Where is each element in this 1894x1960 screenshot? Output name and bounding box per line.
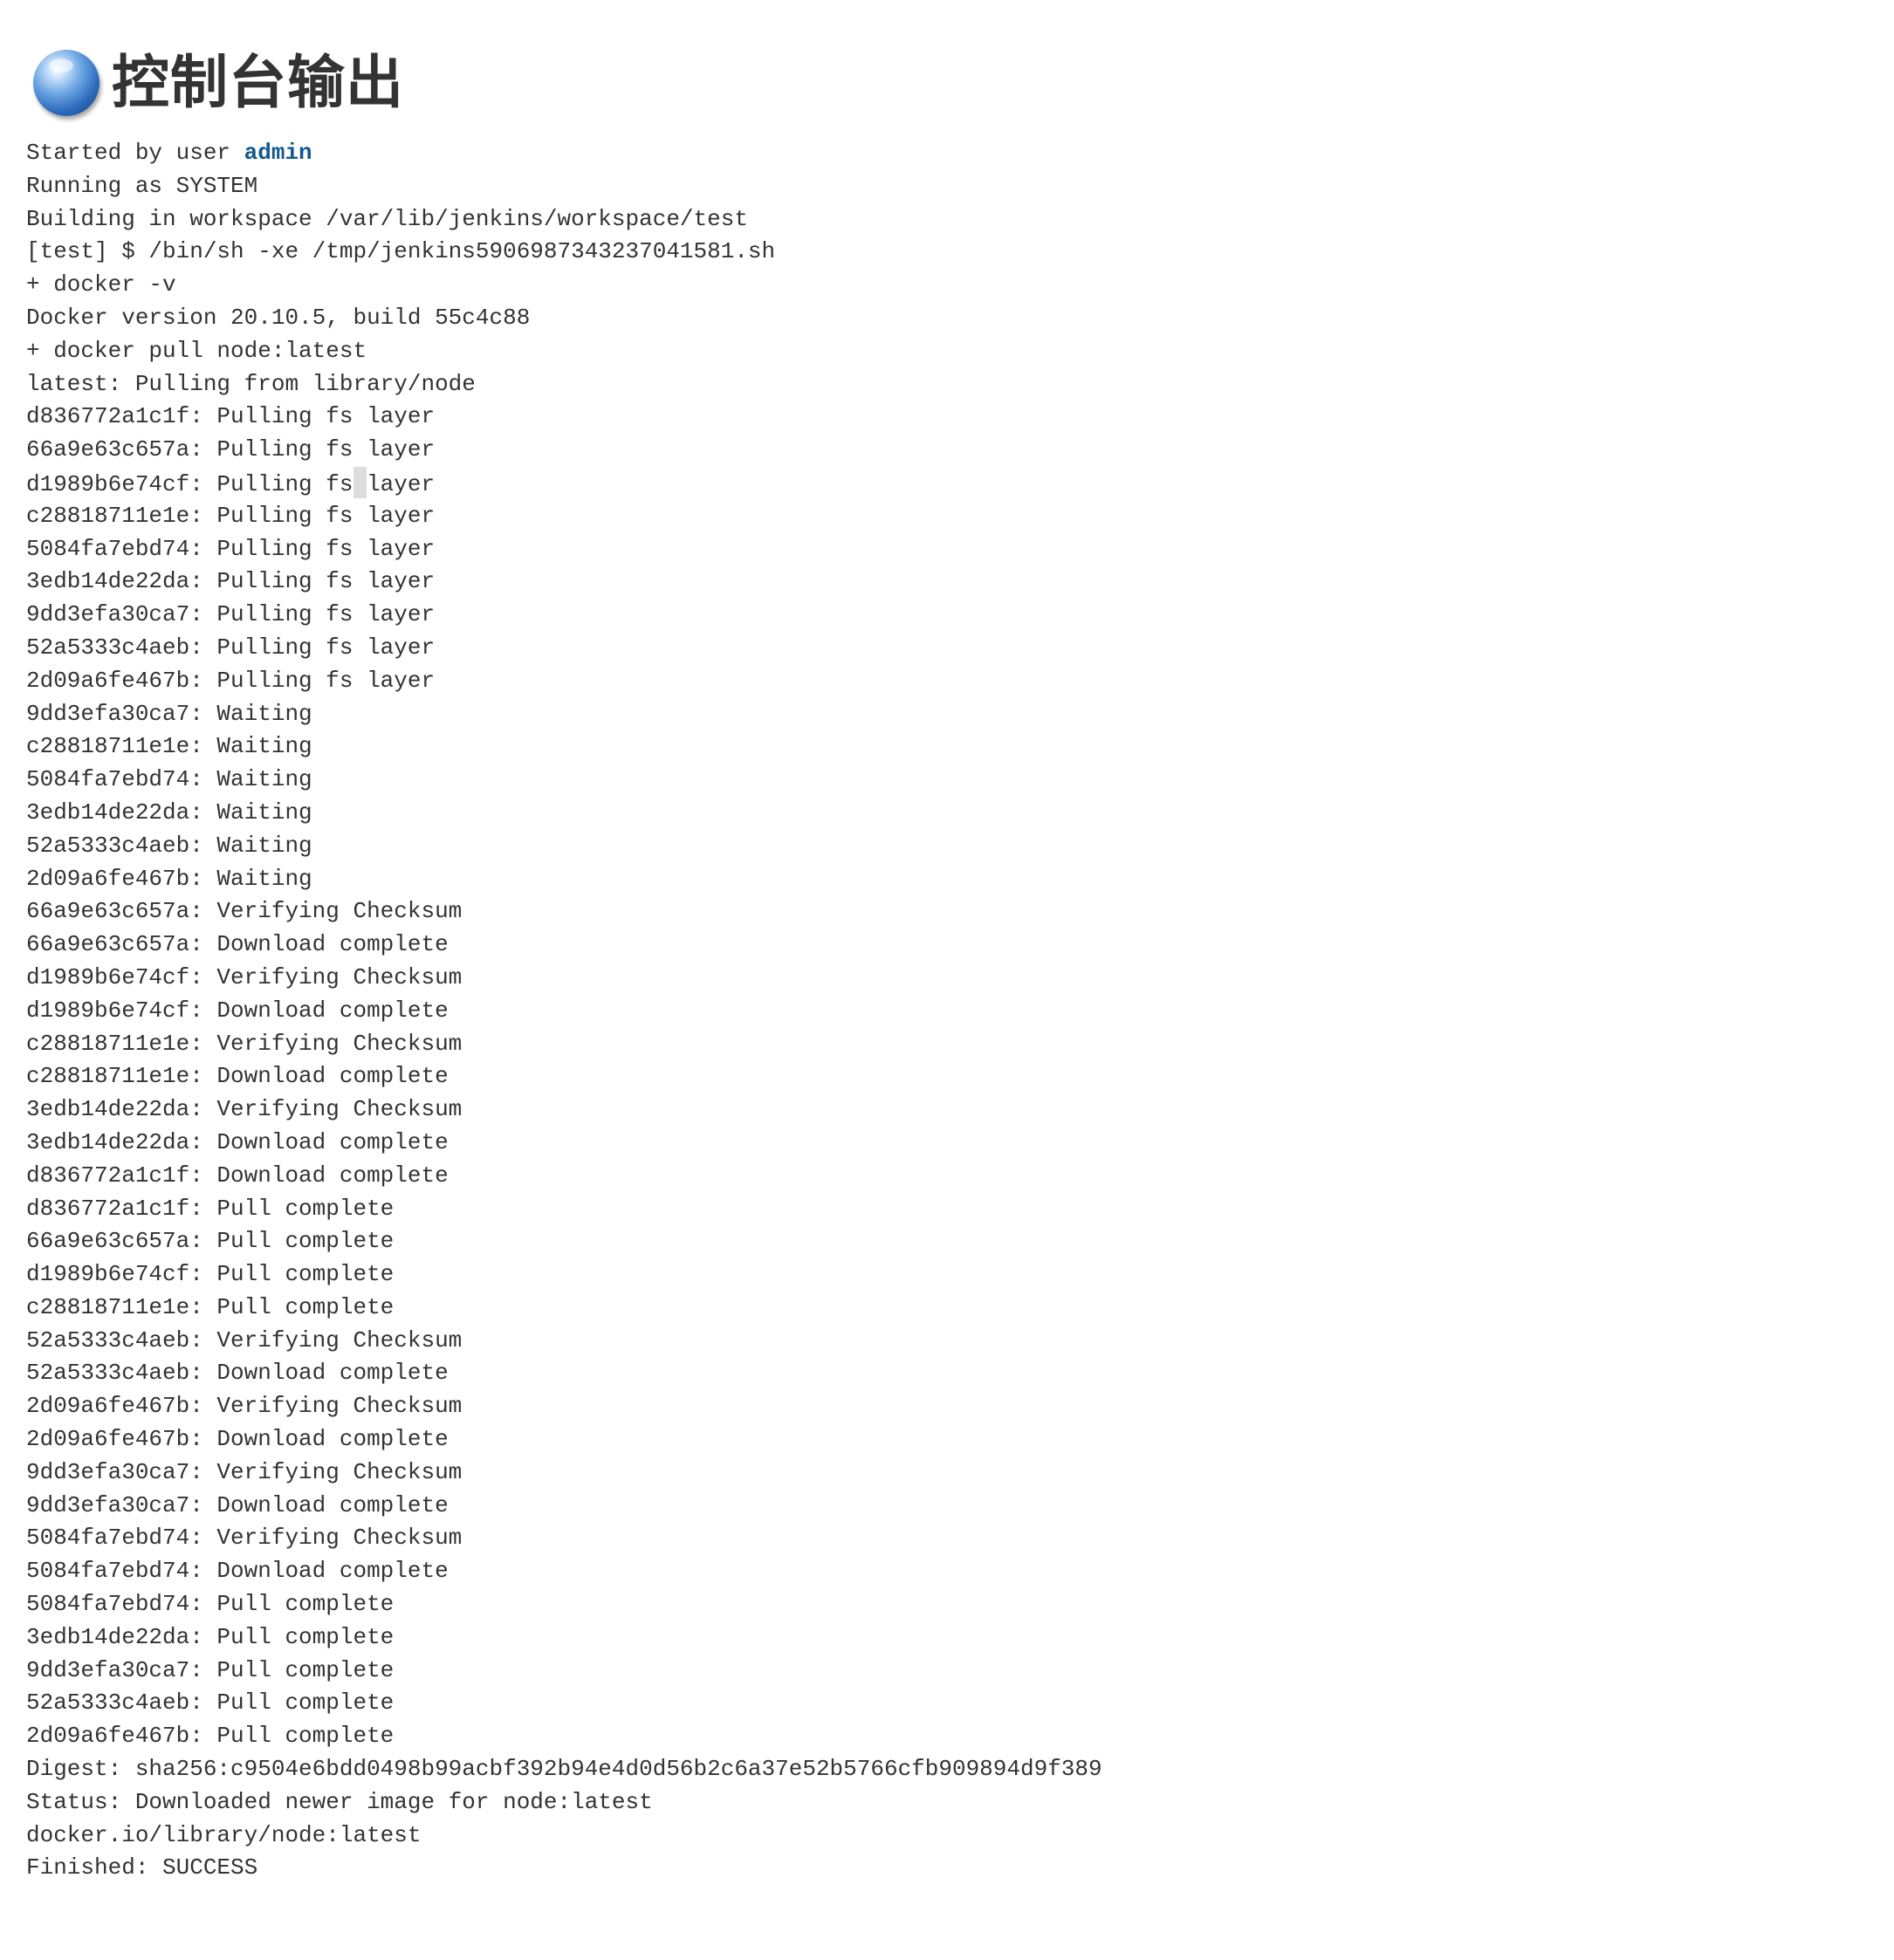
console-line: 5084fa7ebd74: Download complete — [26, 1558, 449, 1585]
console-line: Finished: SUCCESS — [26, 1854, 258, 1881]
console-line: 9dd3efa30ca7: Pull complete — [26, 1656, 395, 1683]
console-line: 9dd3efa30ca7: Waiting — [26, 700, 312, 727]
console-line: d1989b6e74cf: Pulling fs layer — [26, 466, 1102, 500]
console-line: c28818711e1e: Verifying Checksum — [26, 1030, 463, 1057]
console-line: 5084fa7ebd74: Waiting — [26, 766, 312, 793]
console-line: latest: Pulling from library/node — [26, 370, 476, 397]
console-line: 3edb14de22da: Verifying Checksum — [26, 1096, 463, 1123]
console-line: + docker -v — [26, 271, 176, 298]
console-line: d1989b6e74cf: Download complete — [26, 997, 449, 1024]
console-line: c28818711e1e: Pulling fs layer — [26, 502, 436, 529]
page-header: 控制台输出 — [33, 44, 404, 122]
console-line: 52a5333c4aeb: Verifying Checksum — [26, 1326, 463, 1353]
console-line-started: Started by user admin — [26, 137, 1102, 170]
console-line: c28818711e1e: Waiting — [26, 733, 312, 760]
console-line: 66a9e63c657a: Verifying Checksum — [26, 898, 463, 925]
console-line: Building in workspace /var/lib/jenkins/w… — [26, 205, 748, 232]
console-line: 3edb14de22da: Pulling fs layer — [26, 568, 436, 595]
console-line: 5084fa7ebd74: Pulling fs layer — [26, 535, 436, 562]
console-line: c28818711e1e: Download complete — [26, 1063, 449, 1090]
console-line: d836772a1c1f: Pull complete — [26, 1195, 395, 1222]
console-line: 2d09a6fe467b: Download complete — [26, 1426, 449, 1453]
console-line: 3edb14de22da: Download complete — [26, 1128, 449, 1155]
console-output: Started by user admin Running as SYSTEM Bu… — [26, 137, 1102, 1885]
console-line: 9dd3efa30ca7: Pulling fs layer — [26, 601, 436, 628]
console-line: d836772a1c1f: Download complete — [26, 1162, 449, 1189]
console-line: 66a9e63c657a: Pulling fs layer — [26, 436, 436, 463]
console-line: + docker pull node:latest — [26, 337, 367, 364]
console-line: [test] $ /bin/sh -xe /tmp/jenkins5906987… — [26, 238, 776, 265]
console-line: 5084fa7ebd74: Pull complete — [26, 1591, 395, 1618]
console-line: 52a5333c4aeb: Download complete — [26, 1360, 449, 1387]
console-line: d1989b6e74cf: Verifying Checksum — [26, 963, 463, 990]
page-title: 控制台输出 — [112, 49, 404, 116]
text-cursor — [353, 466, 367, 498]
console-line: 52a5333c4aeb: Pulling fs layer — [26, 634, 436, 661]
blue-ball-icon — [33, 50, 100, 116]
console-line: 9dd3efa30ca7: Download complete — [26, 1491, 449, 1518]
console-line: d836772a1c1f: Pulling fs layer — [26, 403, 436, 430]
console-line: 9dd3efa30ca7: Verifying Checksum — [26, 1458, 463, 1485]
console-line: 2d09a6fe467b: Waiting — [26, 865, 312, 892]
console-line: Docker version 20.10.5, build 55c4c88 — [26, 304, 531, 331]
console-line: 66a9e63c657a: Pull complete — [26, 1228, 395, 1255]
console-line: 52a5333c4aeb: Waiting — [26, 832, 312, 859]
console-lines: Running as SYSTEM Building in workspace /… — [26, 170, 1102, 1885]
console-line: Digest: sha256:c9504e6bdd0498b99acbf392b… — [26, 1756, 1102, 1783]
console-line: 2d09a6fe467b: Pulling fs layer — [26, 667, 436, 694]
console-line: 5084fa7ebd74: Verifying Checksum — [26, 1525, 463, 1552]
console-line: 3edb14de22da: Pull complete — [26, 1623, 395, 1650]
console-line: docker.io/library/node:latest — [26, 1821, 422, 1848]
console-line: c28818711e1e: Pull complete — [26, 1293, 395, 1320]
console-line: 66a9e63c657a: Download complete — [26, 931, 449, 958]
console-line: 3edb14de22da: Waiting — [26, 798, 312, 826]
console-line: 2d09a6fe467b: Pull complete — [26, 1723, 395, 1750]
started-prefix: Started by user — [26, 140, 244, 166]
console-line: 2d09a6fe467b: Verifying Checksum — [26, 1393, 463, 1420]
console-line: 52a5333c4aeb: Pull complete — [26, 1689, 395, 1717]
console-line: Status: Downloaded newer image for node:… — [26, 1788, 653, 1815]
user-link-admin[interactable]: admin — [244, 140, 312, 166]
console-output-page: 控制台输出 Started by user admin Running as SY… — [0, 0, 1894, 1960]
console-line: Running as SYSTEM — [26, 172, 258, 199]
console-line: d1989b6e74cf: Pull complete — [26, 1261, 395, 1288]
